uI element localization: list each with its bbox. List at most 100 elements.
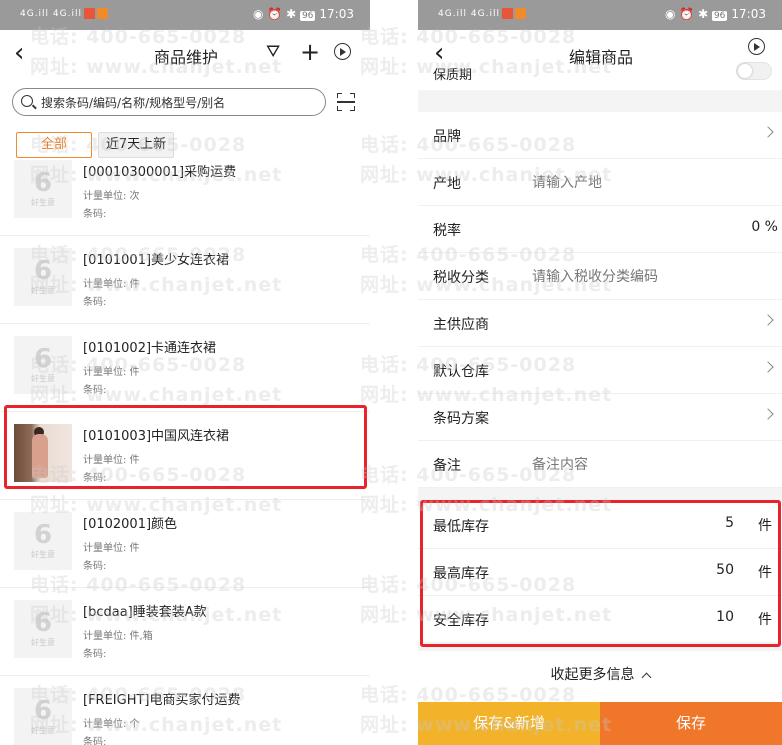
product-barcode: 条码: xyxy=(83,385,107,396)
field-label: 产地 xyxy=(433,176,461,192)
field-safety-stock[interactable]: 安全库存 10 件 xyxy=(418,596,782,643)
product-unit: 计量单位: 件 xyxy=(83,455,140,466)
app-notification-icon xyxy=(515,8,526,19)
min-stock-value[interactable]: 5 xyxy=(725,515,734,531)
brand-logo-icon: 6 xyxy=(33,696,53,726)
edit-product-screen: 4G.ill 4G.ill ◉ ⏰ ✱ 96 17:03 ‹ 编辑商品 保质期 品… xyxy=(418,0,782,745)
shelf-life-toggle[interactable] xyxy=(736,62,772,80)
status-right: ◉ ⏰ ✱ 96 17:03 xyxy=(253,7,354,21)
field-label: 条码方案 xyxy=(433,411,489,427)
product-title: [bcdaa]睡装套装A款 xyxy=(83,605,207,620)
field-remarks[interactable]: 备注 备注内容 xyxy=(418,441,782,488)
field-main-supplier[interactable]: 主供应商 xyxy=(418,300,782,347)
remarks-input[interactable]: 备注内容 xyxy=(532,454,588,474)
product-thumbnail: 6 好生意 xyxy=(14,512,72,570)
save-button[interactable]: 保存 xyxy=(600,702,782,745)
app-notification-icon xyxy=(97,8,108,19)
section-gap xyxy=(418,488,782,502)
back-arrow-icon[interactable]: ‹ xyxy=(434,40,444,66)
section-gap xyxy=(418,90,782,112)
play-icon[interactable] xyxy=(748,38,765,55)
unit-label: 件 xyxy=(758,612,772,628)
battery-icon: 96 xyxy=(299,11,316,21)
product-barcode: 条码: xyxy=(83,209,107,220)
filter-icon[interactable]: ⛛ xyxy=(266,42,280,62)
field-label: 默认仓库 xyxy=(433,364,489,380)
collapse-more-info[interactable]: 收起更多信息 xyxy=(418,664,782,684)
product-list-item[interactable]: 6 好生意 [bcdaa]睡装套装A款 计量单位: 件,箱 条码: xyxy=(0,588,370,676)
product-unit: 计量单位: 件,箱 xyxy=(83,631,153,642)
product-barcode: 条码: xyxy=(83,297,107,308)
field-label: 品牌 xyxy=(433,129,461,145)
field-default-warehouse[interactable]: 默认仓库 xyxy=(418,347,782,394)
max-stock-value[interactable]: 50 xyxy=(716,562,734,578)
product-list-item[interactable]: 6 好生意 [FREIGHT]电商买家付运费 计量单位: 个 条码: xyxy=(0,676,370,745)
product-barcode: 条码: xyxy=(83,561,107,572)
chevron-right-icon xyxy=(762,126,774,138)
product-thumbnail: 6 好生意 xyxy=(14,688,72,745)
product-title: [0102001]颜色 xyxy=(83,517,178,532)
panel-divider xyxy=(370,0,418,745)
product-title: [FREIGHT]电商买家付运费 xyxy=(83,693,241,708)
field-tax-rate[interactable]: 税率 0 % xyxy=(418,206,782,253)
back-arrow-icon[interactable]: ‹ xyxy=(14,40,24,66)
field-label: 备注 xyxy=(433,458,461,474)
tax-category-input[interactable]: 请输入税收分类编码 xyxy=(532,266,658,286)
product-unit: 计量单位: 次 xyxy=(83,191,140,202)
clock: 17:03 xyxy=(319,7,354,21)
unit-label: 件 xyxy=(758,518,772,534)
product-thumbnail: 6 好生意 xyxy=(14,336,72,394)
origin-input[interactable]: 请输入产地 xyxy=(532,172,602,192)
app-notification-icon xyxy=(502,8,513,19)
product-maintenance-screen: 4G.ill 4G.ill ◉ ⏰ ✱ 9617:03 ‹ 商品维护 ⛛ + 全… xyxy=(0,0,370,745)
add-icon[interactable]: + xyxy=(300,40,320,64)
search-icon xyxy=(21,95,33,107)
status-bar: 4G.ill 4G.ill ◉ ⏰ ✱ 96 17:03 xyxy=(0,0,370,30)
product-unit: 计量单位: 件 xyxy=(83,543,140,554)
product-list-item[interactable]: 6 好生意 [0101001]美少女连衣裙 计量单位: 件 条码: xyxy=(0,236,370,324)
product-unit: 计量单位: 个 xyxy=(83,719,140,730)
app-notification-icon xyxy=(84,8,95,19)
status-bar: 4G.ill 4G.ill ◉ ⏰ ✱ 96 17:03 xyxy=(418,0,782,30)
signal-indicator: 4G.ill 4G.ill xyxy=(438,8,526,19)
product-barcode: 条码: xyxy=(83,649,107,660)
nav-bar: ‹ 编辑商品 xyxy=(418,30,782,76)
field-tax-category[interactable]: 税收分类 请输入税收分类编码 xyxy=(418,253,782,300)
safety-stock-value[interactable]: 10 xyxy=(716,609,734,625)
field-barcode-scheme[interactable]: 条码方案 xyxy=(418,394,782,441)
field-origin[interactable]: 产地 请输入产地 xyxy=(418,159,782,206)
search-box[interactable] xyxy=(12,88,326,116)
product-list-item[interactable]: 6 好生意 [0102001]颜色 计量单位: 件 条码: xyxy=(0,500,370,588)
battery-icon: 96 xyxy=(711,11,728,21)
product-title: [0101001]美少女连衣裙 xyxy=(83,253,230,268)
tax-rate-value[interactable]: 0 % xyxy=(751,219,778,235)
brand-logo-icon: 6 xyxy=(33,608,53,638)
product-list-item[interactable]: 6 好生意 [0101002]卡通连衣裙 计量单位: 件 条码: xyxy=(0,324,370,412)
field-label: 税率 xyxy=(433,223,461,239)
status-right: ◉ ⏰ ✱ 96 17:03 xyxy=(665,7,766,21)
brand-logo-icon: 6 xyxy=(33,344,53,374)
field-min-stock[interactable]: 最低库存 5 件 xyxy=(418,502,782,549)
product-thumbnail: 6 好生意 xyxy=(14,248,72,306)
brand-logo-icon: 6 xyxy=(33,520,53,550)
save-and-new-button[interactable]: 保存&新增 xyxy=(418,702,600,745)
brand-logo-icon: 6 xyxy=(33,168,53,198)
chevron-right-icon xyxy=(762,361,774,373)
search-input[interactable] xyxy=(41,93,321,113)
chevron-up-icon xyxy=(641,672,651,683)
product-title: [00010300001]采购运费 xyxy=(83,165,237,180)
field-max-stock[interactable]: 最高库存 50 件 xyxy=(418,549,782,596)
product-thumbnail: 6 好生意 xyxy=(14,600,72,658)
field-brand[interactable]: 品牌 xyxy=(418,112,782,159)
play-icon[interactable] xyxy=(334,43,351,60)
product-list-item[interactable]: [0101003]中国风连衣裙 计量单位: 件 条码: xyxy=(0,412,370,500)
field-label: 税收分类 xyxy=(433,270,489,286)
product-list-item[interactable]: 6 好生意 [00010300001]采购运费 计量单位: 次 条码: xyxy=(0,148,370,236)
shelf-life-label: 保质期 xyxy=(433,68,473,83)
field-label: 安全库存 xyxy=(433,613,489,629)
product-barcode: 条码: xyxy=(83,737,107,745)
field-label: 最低库存 xyxy=(433,519,489,535)
field-label: 主供应商 xyxy=(433,317,489,333)
scan-icon[interactable] xyxy=(337,93,355,111)
clock: 17:03 xyxy=(731,7,766,21)
